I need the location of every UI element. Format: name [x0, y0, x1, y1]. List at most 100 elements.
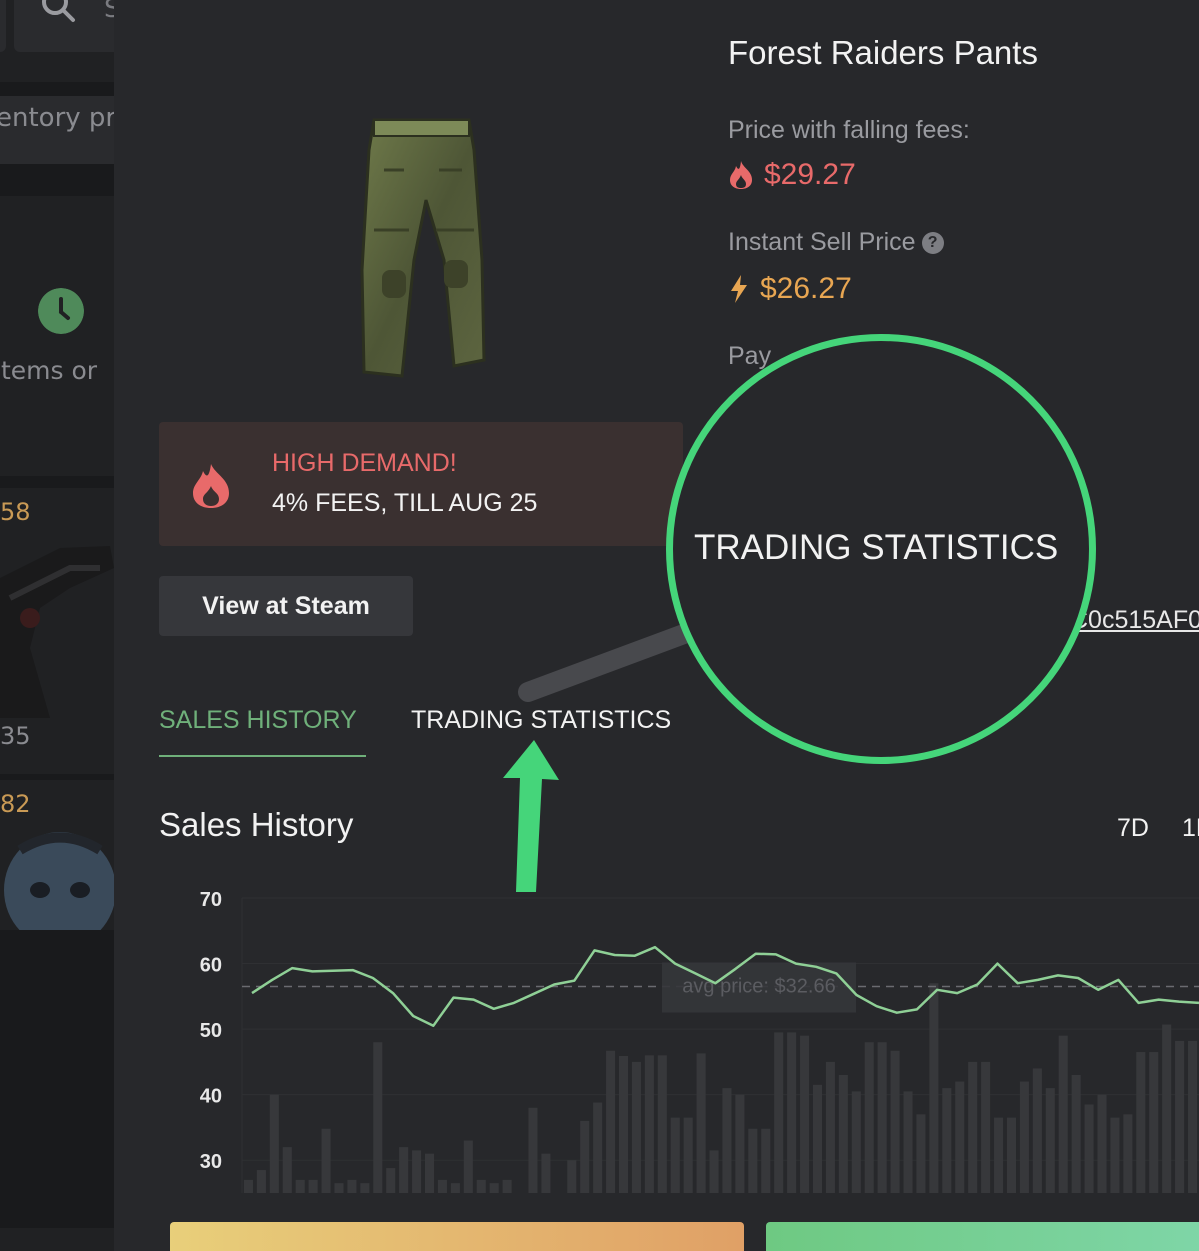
- volume-bar: [877, 1042, 887, 1193]
- volume-bar: [1123, 1114, 1133, 1193]
- instant-sell-label-text: Instant Sell Price: [728, 228, 916, 256]
- volume-bar: [1162, 1024, 1172, 1193]
- y-tick-label: 30: [200, 1151, 222, 1173]
- volume-bar: [373, 1042, 383, 1193]
- volume-bar: [890, 1050, 900, 1193]
- action-button-right[interactable]: [766, 1222, 1199, 1251]
- volume-bar: [670, 1117, 680, 1193]
- volume-bar: [1006, 1117, 1017, 1193]
- volume-bar: [334, 1183, 344, 1193]
- tab-sales-history[interactable]: SALES HISTORY: [159, 706, 357, 735]
- background-item-price: 58: [0, 498, 31, 526]
- volume-bar: [1097, 1094, 1107, 1193]
- volume-bar: [722, 1088, 732, 1193]
- background-footer: [0, 1228, 114, 1251]
- volume-bar: [1045, 1088, 1055, 1193]
- volume-bar: [994, 1117, 1004, 1193]
- volume-bar: [761, 1128, 771, 1193]
- tab-trading-statistics[interactable]: TRADING STATISTICS: [411, 706, 671, 735]
- volume-bar: [347, 1179, 357, 1193]
- volume-bar: [838, 1075, 848, 1193]
- volume-bar: [916, 1114, 926, 1193]
- volume-bar: [657, 1055, 667, 1193]
- background-item-price: 82: [0, 790, 31, 818]
- background-panel: S entory pri items or 58 35 82: [0, 0, 114, 1251]
- volume-bar: [825, 1061, 835, 1193]
- instant-sell-price-row: $26.27: [728, 272, 852, 306]
- instant-sell-label: Instant Sell Price?: [728, 228, 944, 257]
- background-edge-tab: [0, 0, 6, 52]
- volume-bar: [360, 1183, 370, 1193]
- volume-bar: [269, 1094, 279, 1193]
- volume-bar: [502, 1179, 512, 1193]
- volume-bar: [528, 1107, 538, 1193]
- y-tick-label: 40: [200, 1086, 222, 1108]
- instant-sell-price: $26.27: [760, 272, 852, 305]
- volume-bar: [424, 1153, 435, 1193]
- volume-bar: [1058, 1035, 1068, 1193]
- y-tick-label: 70: [200, 889, 222, 911]
- volume-bar: [748, 1128, 758, 1193]
- high-demand-banner: HIGH DEMAND! 4% FEES, TILL AUG 25: [159, 422, 683, 546]
- volume-bar: [800, 1035, 810, 1193]
- volume-bar: [955, 1081, 965, 1193]
- items-text: items or: [0, 356, 98, 385]
- fire-icon: [193, 464, 229, 508]
- volume-bar: [1084, 1104, 1094, 1193]
- volume-bar: [787, 1032, 797, 1193]
- wallet-address-link[interactable]: C0c515AF0: [1070, 606, 1199, 635]
- volume-bar: [437, 1179, 447, 1193]
- volume-bar: [541, 1153, 551, 1193]
- y-tick-label: 50: [200, 1020, 222, 1042]
- sales-history-chart: 7060504030avg price: $32.66: [200, 889, 1199, 1193]
- volume-bar: [903, 1091, 913, 1193]
- volume-bar: [683, 1117, 693, 1193]
- payout-label: Pay: [728, 342, 772, 370]
- volume-bar: [256, 1170, 266, 1193]
- clock-icon: [38, 288, 84, 334]
- volume-bar: [463, 1140, 473, 1193]
- inventory-price-bar[interactable]: entory pri: [0, 96, 114, 164]
- volume-bar: [1019, 1081, 1029, 1193]
- volume-bar: [864, 1042, 874, 1193]
- volume-bar: [567, 1160, 577, 1193]
- volume-bar: [282, 1147, 292, 1193]
- volume-bar: [412, 1150, 422, 1193]
- revolver-image: [0, 546, 114, 718]
- view-at-steam-button[interactable]: View at Steam: [159, 576, 413, 636]
- volume-bar: [709, 1150, 719, 1193]
- help-icon[interactable]: ?: [921, 232, 944, 255]
- volume-bar: [450, 1183, 460, 1193]
- search-placeholder: S: [104, 0, 114, 24]
- search-icon[interactable]: [38, 0, 78, 28]
- volume-bar: [631, 1061, 641, 1193]
- volume-bar: [1175, 1040, 1185, 1193]
- volume-bar: [618, 1055, 629, 1193]
- volume-bar: [968, 1061, 978, 1193]
- volume-bar: [593, 1102, 603, 1193]
- background-item-card[interactable]: 82: [0, 780, 114, 930]
- volume-bar: [696, 1053, 706, 1193]
- pants-image: [360, 118, 486, 378]
- volume-bar: [1136, 1052, 1146, 1193]
- demand-subtitle: 4% FEES, TILL AUG 25: [272, 489, 538, 517]
- demand-title: HIGH DEMAND!: [272, 449, 457, 477]
- background-item-price: 35: [0, 722, 31, 750]
- falling-fees-label: Price with falling fees:: [728, 116, 970, 144]
- action-button-left[interactable]: [170, 1222, 744, 1251]
- volume-bar: [243, 1179, 253, 1193]
- inventory-label: entory pri: [0, 103, 114, 133]
- range-1m-button[interactable]: 1M: [1182, 814, 1199, 843]
- volume-bar: [1110, 1117, 1120, 1193]
- volume-bar: [476, 1179, 486, 1193]
- volume-bar: [308, 1179, 318, 1193]
- volume-bar: [644, 1055, 654, 1193]
- active-tab-indicator: [159, 755, 366, 757]
- volume-bar: [1032, 1068, 1042, 1193]
- range-7d-button[interactable]: 7D: [1117, 814, 1149, 843]
- background-item-card[interactable]: 58 35: [0, 488, 114, 774]
- volume-bar: [606, 1050, 616, 1193]
- mask-image: [4, 832, 114, 930]
- item-title: Forest Raiders Pants: [728, 34, 1038, 71]
- volume-bar: [580, 1120, 590, 1193]
